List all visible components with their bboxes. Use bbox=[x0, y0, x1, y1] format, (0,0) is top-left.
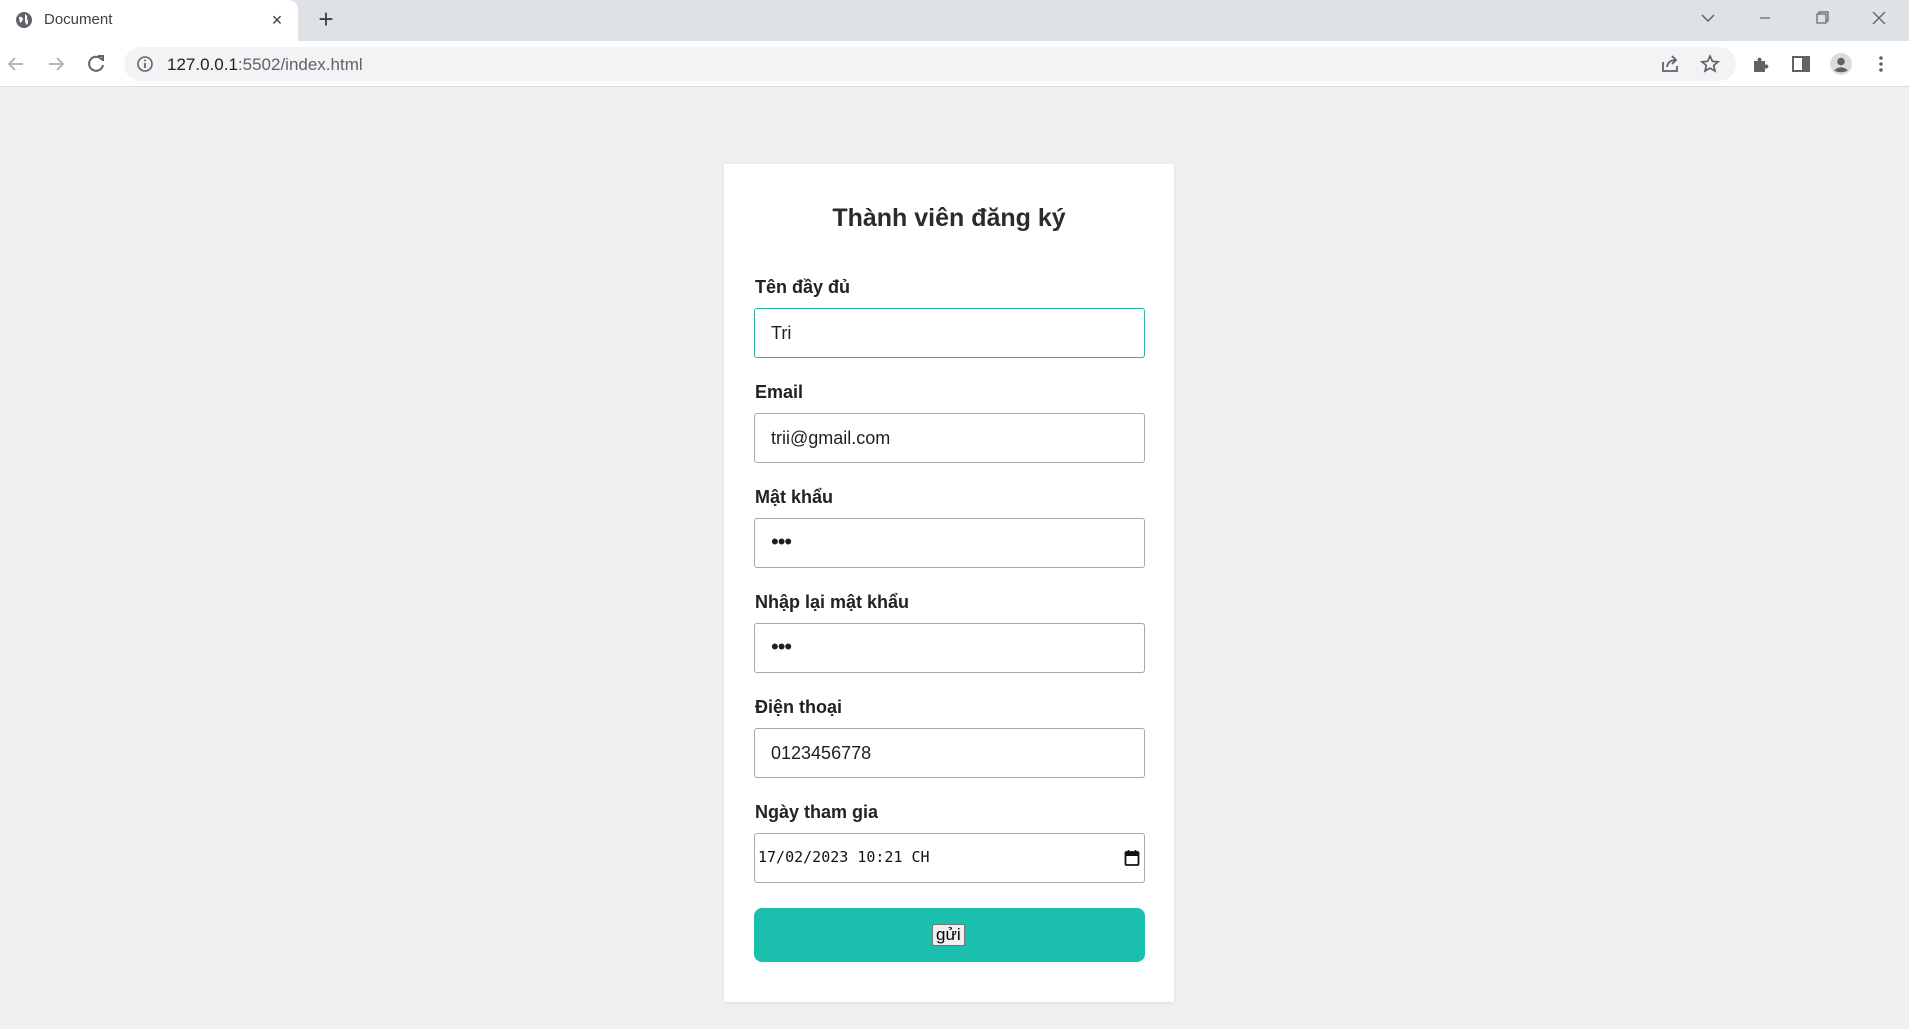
side-panel-icon[interactable] bbox=[1789, 52, 1813, 76]
menu-icon[interactable] bbox=[1869, 52, 1893, 76]
full-name-input[interactable]: Tri bbox=[754, 308, 1145, 358]
extensions-icon[interactable] bbox=[1749, 52, 1773, 76]
password-label: Mật khẩu bbox=[755, 487, 834, 507]
close-window-icon[interactable] bbox=[1864, 6, 1894, 30]
back-icon[interactable] bbox=[4, 52, 28, 76]
join-date-input[interactable]: 17/02/2023 10:21 CH bbox=[754, 833, 1145, 883]
tab-title: Document bbox=[44, 11, 113, 28]
tab-strip: Document × + bbox=[0, 0, 1909, 41]
registration-card: Thành viên đăng ký Tên đầy đủ Tri Email … bbox=[724, 164, 1174, 1002]
url-path: :5502/index.html bbox=[237, 55, 363, 74]
email-label: Email bbox=[755, 382, 804, 402]
submit-button[interactable]: gửi bbox=[932, 924, 965, 946]
join-date-label: Ngày tham gia bbox=[755, 802, 879, 822]
password-value: ••• bbox=[771, 529, 792, 554]
confirm-password-label: Nhập lại mật khẩu bbox=[755, 592, 910, 612]
url-host: 127.0.0.1 bbox=[167, 55, 238, 74]
phone-label: Điện thoại bbox=[755, 697, 843, 717]
join-date-value: 17/02/2023 10:21 CH bbox=[758, 848, 930, 866]
restore-icon[interactable] bbox=[1807, 6, 1837, 30]
forward-icon[interactable] bbox=[44, 52, 68, 76]
star-icon[interactable] bbox=[1699, 53, 1721, 75]
submit-button-area[interactable]: gửi bbox=[754, 908, 1145, 962]
globe-icon bbox=[16, 12, 32, 28]
tab-document[interactable]: Document × bbox=[0, 0, 298, 41]
page-title: Thành viên đăng ký bbox=[832, 204, 1066, 232]
minimize-icon[interactable] bbox=[1750, 6, 1780, 30]
email-value: trii@gmail.com bbox=[771, 428, 891, 448]
profile-icon[interactable] bbox=[1829, 52, 1853, 76]
info-icon[interactable] bbox=[136, 55, 154, 73]
tab-search-icon[interactable] bbox=[1693, 6, 1723, 30]
calendar-icon[interactable] bbox=[1124, 849, 1140, 867]
password-input[interactable]: ••• bbox=[754, 518, 1145, 568]
close-tab-icon[interactable]: × bbox=[268, 11, 286, 29]
full-name-value: Tri bbox=[771, 323, 792, 343]
new-tab-button[interactable]: + bbox=[314, 6, 338, 32]
confirm-password-value: ••• bbox=[771, 634, 792, 659]
full-name-label: Tên đầy đủ bbox=[755, 277, 851, 297]
address-bar[interactable]: 127.0.0.1:5502/index.html bbox=[124, 47, 1736, 81]
phone-input[interactable]: 0123456778 bbox=[754, 728, 1145, 778]
url-text: 127.0.0.1:5502/index.html bbox=[167, 55, 363, 75]
browser-toolbar: 127.0.0.1:5502/index.html bbox=[0, 41, 1909, 87]
phone-value: 0123456778 bbox=[771, 743, 872, 763]
share-icon[interactable] bbox=[1659, 53, 1681, 75]
reload-icon[interactable] bbox=[84, 52, 108, 76]
email-input[interactable]: trii@gmail.com bbox=[754, 413, 1145, 463]
confirm-password-input[interactable]: ••• bbox=[754, 623, 1145, 673]
